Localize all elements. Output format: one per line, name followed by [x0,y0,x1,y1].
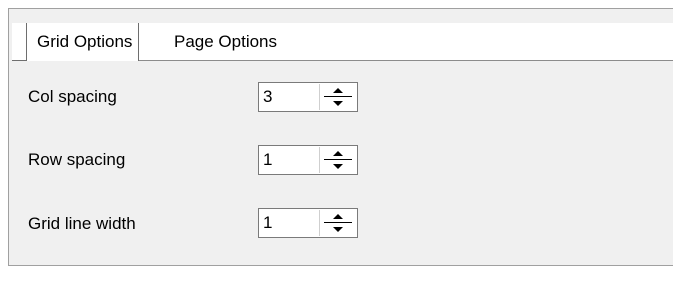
row-spacing-label: Row spacing [28,150,126,169]
tab-page-options[interactable]: Page Options [170,23,281,60]
grid-line-width-spin-buttons [319,210,356,236]
col-spacing-input[interactable]: 3 [263,83,272,111]
row-spacing-decrement-button[interactable] [320,160,356,173]
grid-options-window: Grid Options Page Options Col spacing 3 … [0,0,673,291]
col-spacing-stepper[interactable]: 3 [258,82,358,112]
arrow-down-icon [333,227,343,232]
tab-strip-edge [12,46,26,61]
grid-line-width-input[interactable]: 1 [263,209,272,237]
arrow-up-icon [333,88,343,93]
arrow-down-icon [333,101,343,106]
tab-grid-options-label: Grid Options [37,32,133,51]
tab-strip: Grid Options Page Options [12,23,673,61]
row-spacing-spin-buttons [319,147,356,173]
arrow-down-icon [333,164,343,169]
tab-page-options-label: Page Options [174,32,278,51]
tab-grid-options[interactable]: Grid Options [26,23,140,61]
arrow-up-icon [333,151,343,156]
col-spacing-decrement-button[interactable] [320,97,356,110]
row-spacing-input[interactable]: 1 [263,146,272,174]
arrow-up-icon [333,214,343,219]
grid-line-width-stepper[interactable]: 1 [258,208,358,238]
col-spacing-label: Col spacing [28,87,117,106]
grid-line-width-decrement-button[interactable] [320,223,356,236]
col-spacing-spin-buttons [319,84,356,110]
panel-bottom-area [8,266,673,291]
grid-line-width-label: Grid line width [28,214,136,233]
row-spacing-stepper[interactable]: 1 [258,145,358,175]
